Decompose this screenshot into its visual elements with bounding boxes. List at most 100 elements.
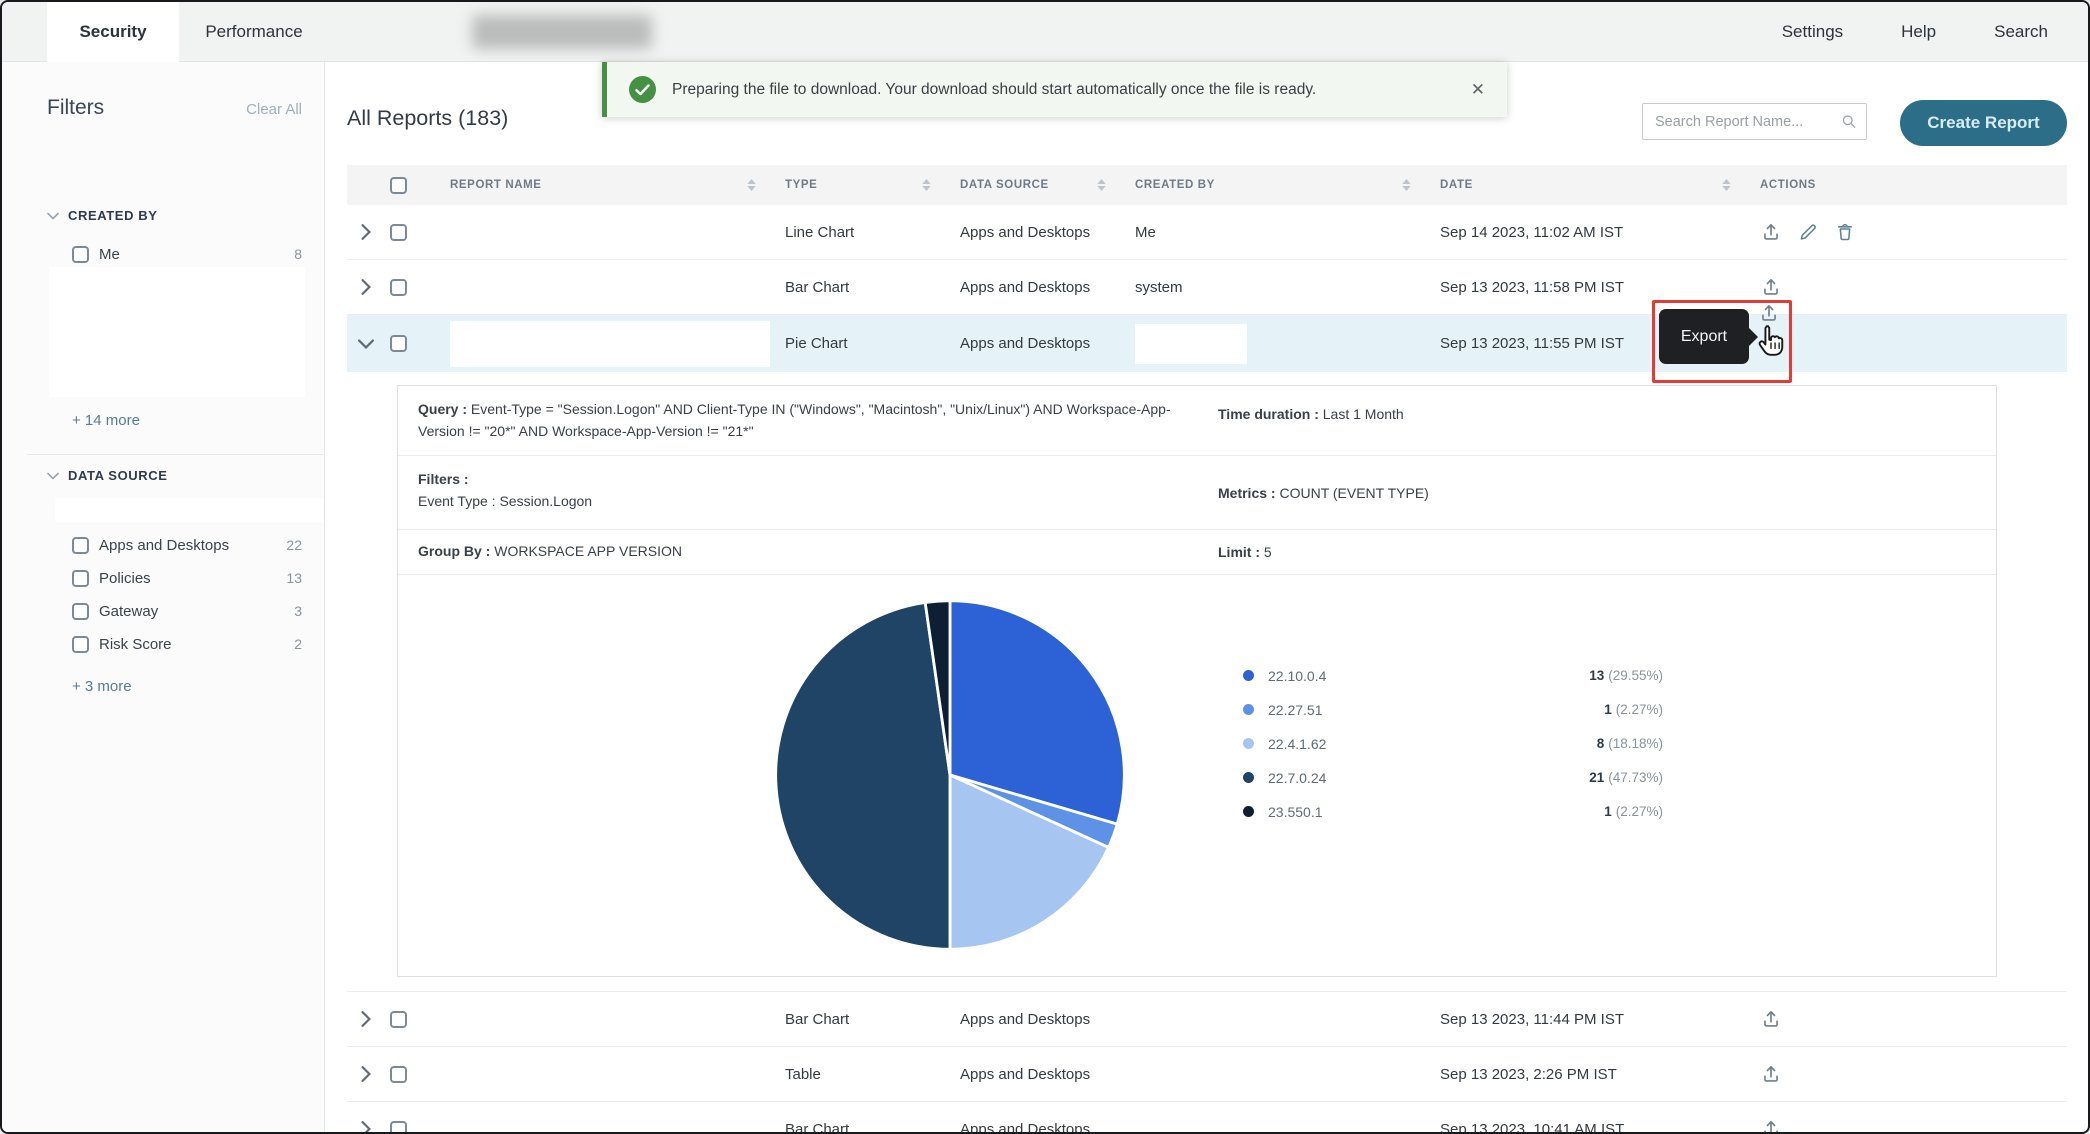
col-report-name[interactable]: REPORT NAME: [450, 179, 542, 191]
gateway-checkbox[interactable]: [72, 602, 89, 620]
report-date: Sep 13 2023, 10:41 AM IST: [1440, 1120, 1625, 1134]
me-checkbox[interactable]: [72, 245, 89, 263]
expand-row-icon[interactable]: [355, 276, 377, 298]
limit-value: 5: [1263, 544, 1272, 561]
export-icon[interactable]: [1760, 221, 1782, 243]
redacted-filter-names: [49, 267, 305, 397]
chevron-down-icon: [47, 472, 59, 480]
sort-icon[interactable]: [1722, 179, 1731, 191]
help-link[interactable]: Help: [1901, 22, 1936, 42]
row-checkbox[interactable]: [390, 1120, 407, 1132]
table-row[interactable]: Table Apps and Desktops Sep 13 2023, 2:2…: [347, 1047, 2067, 1102]
data-source-more-link[interactable]: + 3 more: [72, 678, 132, 695]
col-created-by[interactable]: CREATED BY: [1135, 179, 1215, 191]
reports-table: REPORT NAME TYPE DATA SOURCE CREATED BY …: [347, 165, 2067, 1132]
col-type[interactable]: TYPE: [785, 179, 817, 191]
filters-sidebar: Filters Clear All CREATED BY Me 8 + 14 m…: [2, 62, 325, 1132]
table-row[interactable]: Bar Chart Apps and Desktops Sep 13 2023,…: [347, 992, 2067, 1047]
clear-all-button[interactable]: Clear All: [246, 101, 302, 118]
metrics-cell: Metrics : COUNT (EVENT TYPE): [1208, 456, 1996, 529]
apps-desktops-checkbox[interactable]: [72, 536, 89, 554]
legend-percentage: (29.55%): [1608, 668, 1663, 684]
search-input[interactable]: [1655, 113, 1842, 130]
expand-row-icon[interactable]: [355, 221, 377, 243]
export-icon[interactable]: [1760, 276, 1782, 298]
group-by-value: WORKSPACE APP VERSION: [494, 543, 682, 560]
sidebar-divider: [27, 454, 323, 455]
create-report-button[interactable]: Create Report: [1900, 100, 2067, 146]
export-icon[interactable]: [1760, 1063, 1782, 1085]
sort-icon[interactable]: [922, 179, 931, 191]
row-checkbox[interactable]: [390, 1010, 407, 1028]
legend-percentage: (18.18%): [1608, 736, 1663, 752]
query-cell: Query : Event-Type = "Session.Logon" AND…: [398, 386, 1208, 455]
export-icon[interactable]: [1760, 1118, 1782, 1134]
data-source-group-header[interactable]: DATA SOURCE: [47, 468, 168, 483]
report-data-source: Apps and Desktops: [960, 1120, 1091, 1134]
row-checkbox[interactable]: [390, 1065, 407, 1083]
collapse-row-icon[interactable]: [355, 333, 377, 355]
report-type: Pie Chart: [785, 335, 848, 352]
sort-icon[interactable]: [1402, 179, 1411, 191]
page-title: All Reports (183): [347, 106, 509, 130]
table-row[interactable]: Line Chart Apps and Desktops Me Sep 14 2…: [347, 205, 2067, 260]
legend-label: 23.550.1: [1268, 803, 1323, 820]
legend-label: 22.27.51: [1268, 701, 1323, 718]
toast-close-icon[interactable]: ✕: [1471, 81, 1485, 98]
report-data-source: Apps and Desktops: [960, 278, 1091, 296]
time-duration-label: Time duration :: [1218, 406, 1319, 422]
tab-security-label: Security: [79, 22, 147, 41]
report-type: Line Chart: [785, 223, 855, 241]
tab-redacted[interactable]: [472, 15, 652, 49]
col-data-source[interactable]: DATA SOURCE: [960, 179, 1049, 191]
row-checkbox[interactable]: [390, 223, 407, 241]
tab-security[interactable]: Security: [47, 2, 179, 62]
export-tooltip-label: Export: [1680, 327, 1728, 345]
legend-dot-icon: [1243, 772, 1254, 784]
filter-label: Gateway: [99, 602, 159, 620]
tab-performance[interactable]: Performance: [179, 2, 329, 62]
metrics-value: COUNT (EVENT TYPE): [1279, 484, 1429, 501]
delete-icon[interactable]: [1834, 221, 1856, 243]
table-row-expanded[interactable]: Pie Chart Apps and Desktops Sep 13 2023,…: [347, 315, 2067, 372]
export-icon[interactable]: [1760, 1008, 1782, 1030]
created-by-group-label: CREATED BY: [68, 208, 158, 223]
policies-checkbox[interactable]: [72, 569, 89, 587]
report-data-source: Apps and Desktops: [960, 1065, 1091, 1083]
cursor-hand-icon: [1758, 325, 1784, 356]
filter-count: 22: [286, 537, 302, 553]
export-tooltip: Export: [1659, 309, 1758, 364]
select-all-checkbox[interactable]: [390, 176, 407, 194]
report-search-box: [1642, 103, 1867, 140]
row-checkbox[interactable]: [390, 335, 407, 352]
expand-row-icon[interactable]: [355, 1118, 377, 1134]
time-duration-value: Last 1 Month: [1322, 406, 1404, 422]
expand-row-icon[interactable]: [355, 1008, 377, 1030]
report-date: Sep 13 2023, 11:44 PM IST: [1440, 1010, 1625, 1028]
sort-icon[interactable]: [747, 179, 756, 191]
col-date[interactable]: DATE: [1440, 179, 1473, 191]
risk-score-checkbox[interactable]: [72, 635, 89, 653]
report-data-source: Apps and Desktops: [960, 335, 1091, 352]
table-header: REPORT NAME TYPE DATA SOURCE CREATED BY …: [347, 165, 2067, 205]
table-row[interactable]: Bar Chart Apps and Desktops Sep 13 2023,…: [347, 1102, 2067, 1134]
edit-icon[interactable]: [1797, 221, 1819, 243]
col-actions: ACTIONS: [1760, 179, 1816, 191]
table-row[interactable]: Bar Chart Apps and Desktops system Sep 1…: [347, 260, 2067, 315]
legend-item: 23.550.1 1 (2.27%): [1243, 801, 1663, 822]
sort-icon[interactable]: [1097, 179, 1106, 191]
expand-row-icon[interactable]: [355, 1063, 377, 1085]
redacted-created-by: [1135, 323, 1247, 364]
limit-cell: Limit : 5: [1208, 530, 1996, 574]
settings-link[interactable]: Settings: [1782, 22, 1843, 42]
search-icon: [1842, 115, 1856, 128]
filter-count: 8: [294, 246, 302, 262]
row-checkbox[interactable]: [390, 278, 407, 296]
filter-item-gateway: Gateway 3: [72, 599, 302, 623]
created-by-group-header[interactable]: CREATED BY: [47, 208, 158, 223]
filters-cell: Filters : Event Type : Session.Logon: [398, 456, 1208, 529]
legend-item: 22.27.51 1 (2.27%): [1243, 699, 1663, 720]
search-link[interactable]: Search: [1994, 22, 2048, 42]
created-by-more-link[interactable]: + 14 more: [72, 412, 140, 429]
legend-dot-icon: [1243, 806, 1254, 818]
